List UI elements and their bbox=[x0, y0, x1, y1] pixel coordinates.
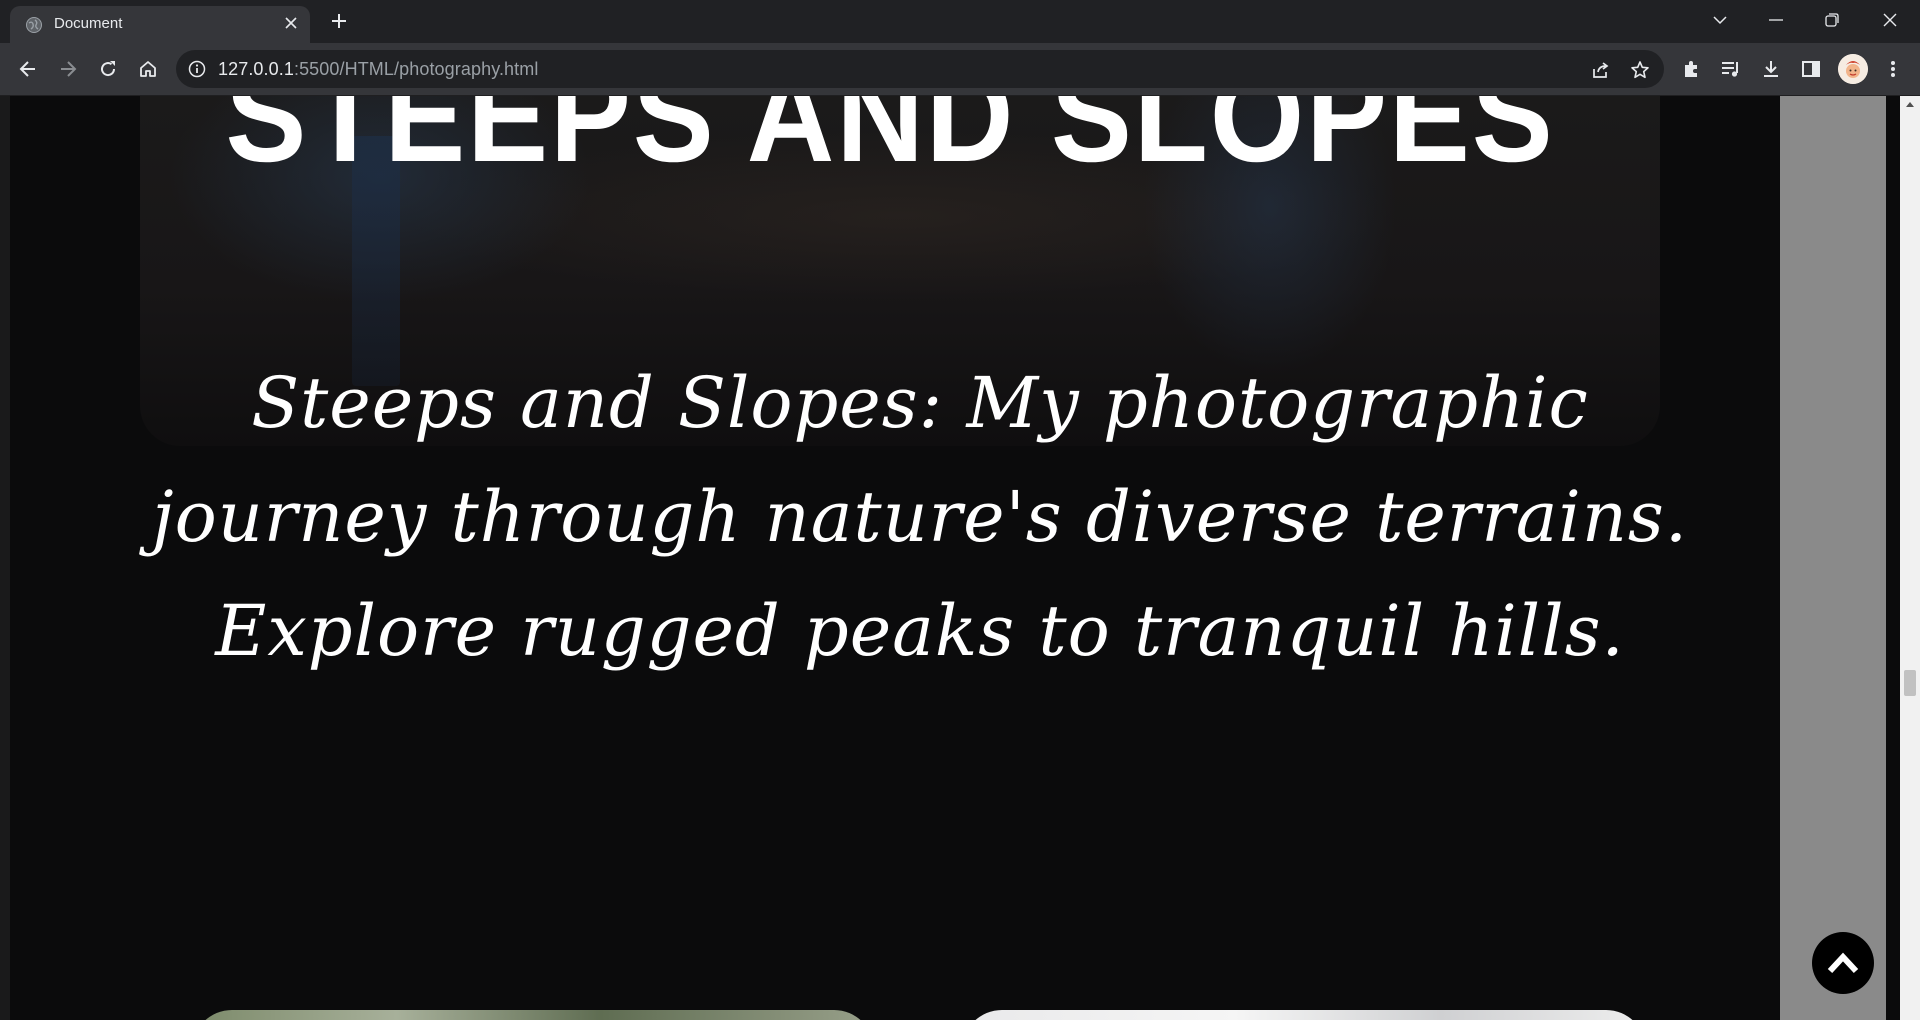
new-tab-button[interactable] bbox=[326, 8, 352, 34]
browser-toolbar: 127.0.0.1:5500/HTML/photography.html bbox=[0, 43, 1920, 96]
scroll-to-top-button[interactable] bbox=[1812, 932, 1874, 994]
scrollbar-thumb[interactable] bbox=[1904, 670, 1916, 696]
share-icon[interactable] bbox=[1590, 59, 1612, 81]
url-host: 127.0.0.1 bbox=[218, 59, 294, 79]
menu-icon[interactable] bbox=[1878, 54, 1908, 84]
tab-title: Document bbox=[54, 15, 123, 32]
scrollbar[interactable] bbox=[1900, 96, 1920, 1020]
avatar[interactable] bbox=[1838, 54, 1868, 84]
gallery-photo[interactable] bbox=[962, 1010, 1646, 1020]
restore-icon[interactable] bbox=[1804, 0, 1860, 40]
url-text[interactable]: 127.0.0.1:5500/HTML/photography.html bbox=[218, 59, 538, 80]
forward-icon[interactable] bbox=[52, 53, 84, 85]
extensions-icon[interactable] bbox=[1676, 54, 1706, 84]
url-path: :5500/HTML/photography.html bbox=[293, 59, 539, 79]
close-icon[interactable] bbox=[1862, 0, 1918, 40]
hero-title: STEEPS AND SLOPES bbox=[225, 96, 1555, 189]
home-icon[interactable] bbox=[132, 53, 164, 85]
tab-strip: Document bbox=[0, 0, 1920, 43]
reload-icon[interactable] bbox=[92, 53, 124, 85]
sidepanel-icon[interactable] bbox=[1796, 54, 1826, 84]
site-info-icon[interactable] bbox=[188, 60, 206, 78]
browser-tab[interactable]: Document bbox=[10, 6, 310, 43]
download-icon[interactable] bbox=[1756, 54, 1786, 84]
media-icon[interactable] bbox=[1716, 54, 1746, 84]
page-viewport: STEEPS AND SLOPES Steeps and Slopes: My … bbox=[0, 96, 1900, 1020]
chevron-up-icon bbox=[1827, 952, 1859, 974]
globe-icon bbox=[26, 17, 42, 33]
page-gutter bbox=[0, 96, 10, 1020]
tab-close-icon[interactable] bbox=[282, 16, 300, 34]
hero-tagline: Steeps and Slopes: My photographic journ… bbox=[151, 362, 1689, 672]
address-bar[interactable]: 127.0.0.1:5500/HTML/photography.html bbox=[176, 50, 1664, 88]
minimize-icon[interactable] bbox=[1748, 0, 1804, 40]
back-icon[interactable] bbox=[12, 53, 44, 85]
chevron-down-icon[interactable] bbox=[1692, 0, 1748, 40]
gallery-photo[interactable] bbox=[192, 1010, 874, 1020]
side-panel bbox=[1780, 96, 1886, 1020]
scroll-up-arrow-icon[interactable] bbox=[1900, 96, 1920, 112]
star-icon[interactable] bbox=[1629, 59, 1651, 81]
